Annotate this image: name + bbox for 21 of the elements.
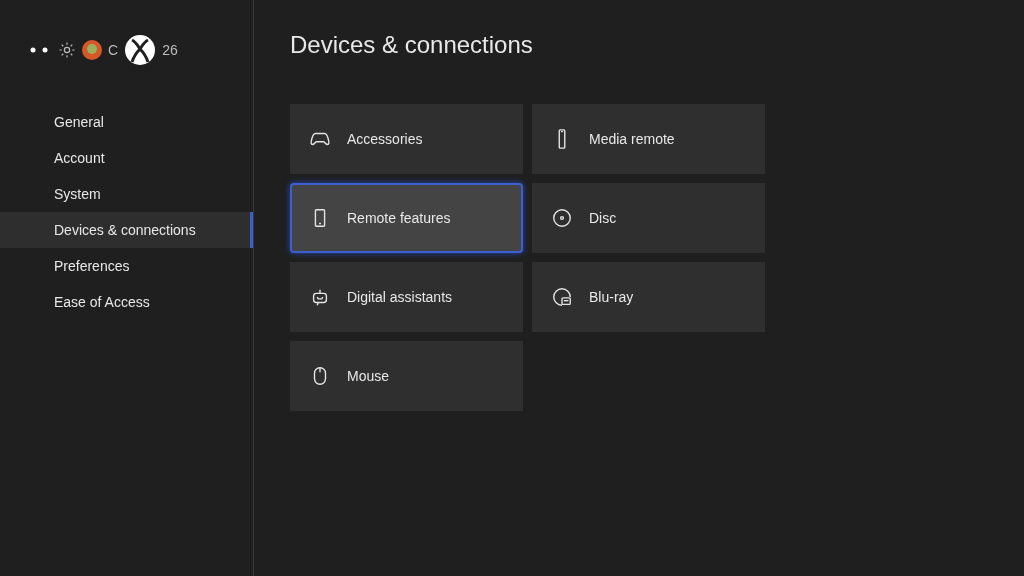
settings-tile[interactable]: Disc — [532, 183, 765, 253]
disc-icon — [551, 207, 573, 229]
sidebar-item[interactable]: Preferences — [0, 248, 253, 284]
sidebar-item[interactable]: General — [0, 104, 253, 140]
sidebar-item[interactable]: Account — [0, 140, 253, 176]
sidebar-item[interactable]: System — [0, 176, 253, 212]
avatar-icon[interactable] — [82, 40, 102, 60]
settings-tile[interactable]: Digital assistants — [290, 262, 523, 332]
sidebar-item[interactable]: Devices & connections — [0, 212, 253, 248]
user-name: C — [108, 40, 119, 60]
xbox-logo[interactable] — [124, 34, 157, 66]
settings-icon[interactable] — [58, 41, 76, 59]
disc-icon — [551, 286, 573, 308]
page-title: Devices & connections — [290, 30, 533, 60]
settings-tile[interactable]: Remote features — [290, 183, 523, 253]
settings-tile[interactable]: Media remote — [532, 104, 765, 174]
settings-tile[interactable]: Mouse — [290, 341, 523, 411]
settings-tile[interactable]: Accessories — [290, 104, 523, 174]
settings-tile[interactable]: Blu-ray — [532, 262, 765, 332]
sidebar-item[interactable]: Ease of Access — [0, 284, 253, 320]
user-name: 26 — [162, 40, 178, 60]
